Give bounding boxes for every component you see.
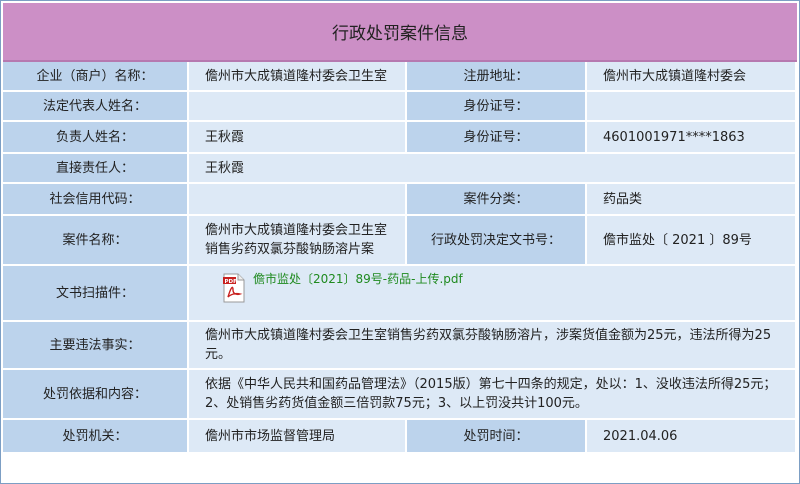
penalty-basis-label: 处罚依据和内容： — [3, 370, 189, 420]
credit-code-value — [189, 184, 407, 216]
table-row: 负责人姓名： 王秋霞 身份证号： 4601001971****1863 — [3, 122, 797, 154]
table-row: 直接责任人： 王秋霞 — [3, 154, 797, 184]
penalty-authority-value: 儋州市市场监督管理局 — [189, 420, 407, 454]
scanned-doc-label: 文书扫描件： — [3, 266, 189, 322]
table-row: 处罚机关： 儋州市市场监督管理局 处罚时间： 2021.04.06 — [3, 420, 797, 454]
legal-rep-id-label: 身份证号： — [407, 92, 587, 122]
decision-doc-no-label: 行政处罚决定文书号： — [407, 216, 587, 266]
penalty-authority-label: 处罚机关： — [3, 420, 189, 454]
case-category-label: 案件分类： — [407, 184, 587, 216]
manager-name-label: 负责人姓名： — [3, 122, 189, 154]
table-row: 社会信用代码： 案件分类： 药品类 — [3, 184, 797, 216]
responsible-person-label: 直接责任人： — [3, 154, 189, 184]
violation-facts-label: 主要违法事实： — [3, 322, 189, 370]
penalty-date-value: 2021.04.06 — [587, 420, 797, 454]
scanned-doc-link[interactable]: PDF 儋市监处〔2021〕89号-药品-上传.pdf — [223, 270, 463, 303]
company-name-label: 企业（商户）名称： — [3, 62, 189, 92]
penalty-info-panel: 行政处罚案件信息 企业（商户）名称： 儋州市大成镇道隆村委会卫生室 注册地址： … — [0, 0, 800, 484]
scanned-doc-filename: 儋市监处〔2021〕89号-药品-上传.pdf — [253, 272, 463, 286]
page-title: 行政处罚案件信息 — [3, 3, 797, 62]
registered-address-label: 注册地址： — [407, 62, 587, 92]
decision-doc-no-value: 儋市监处〔 2021 〕89号 — [587, 216, 797, 266]
violation-facts-value: 儋州市大成镇道隆村委会卫生室销售劣药双氯芬酸钠肠溶片，涉案货值金额为25元，违法… — [189, 322, 797, 370]
pdf-file-icon: PDF — [223, 273, 245, 303]
manager-id-label: 身份证号： — [407, 122, 587, 154]
legal-rep-value — [189, 92, 407, 122]
manager-id-value: 4601001971****1863 — [587, 122, 797, 154]
svg-text:PDF: PDF — [225, 279, 238, 285]
manager-name-value: 王秋霞 — [189, 122, 407, 154]
company-name-value: 儋州市大成镇道隆村委会卫生室 — [189, 62, 407, 92]
responsible-person-value: 王秋霞 — [189, 154, 797, 184]
table-row: 文书扫描件： PDF 儋市监处〔2021〕89号-药品-上传.pdf — [3, 266, 797, 322]
table-row: 法定代表人姓名： 身份证号： — [3, 92, 797, 122]
legal-rep-id-value — [587, 92, 797, 122]
penalty-basis-value: 依据《中华人民共和国药品管理法》（2015版）第七十四条的规定，处以：1、没收违… — [189, 370, 797, 420]
table-row: 案件名称： 儋州市大成镇道隆村委会卫生室销售劣药双氯芬酸钠肠溶片案 行政处罚决定… — [3, 216, 797, 266]
legal-rep-label: 法定代表人姓名： — [3, 92, 189, 122]
scanned-doc-cell: PDF 儋市监处〔2021〕89号-药品-上传.pdf — [189, 266, 797, 322]
table-row: 处罚依据和内容： 依据《中华人民共和国药品管理法》（2015版）第七十四条的规定… — [3, 370, 797, 420]
case-category-value: 药品类 — [587, 184, 797, 216]
table-row: 企业（商户）名称： 儋州市大成镇道隆村委会卫生室 注册地址： 儋州市大成镇道隆村… — [3, 62, 797, 92]
case-name-value: 儋州市大成镇道隆村委会卫生室销售劣药双氯芬酸钠肠溶片案 — [189, 216, 407, 266]
credit-code-label: 社会信用代码： — [3, 184, 189, 216]
case-name-label: 案件名称： — [3, 216, 189, 266]
registered-address-value: 儋州市大成镇道隆村委会 — [587, 62, 797, 92]
penalty-date-label: 处罚时间： — [407, 420, 587, 454]
table-row: 主要违法事实： 儋州市大成镇道隆村委会卫生室销售劣药双氯芬酸钠肠溶片，涉案货值金… — [3, 322, 797, 370]
